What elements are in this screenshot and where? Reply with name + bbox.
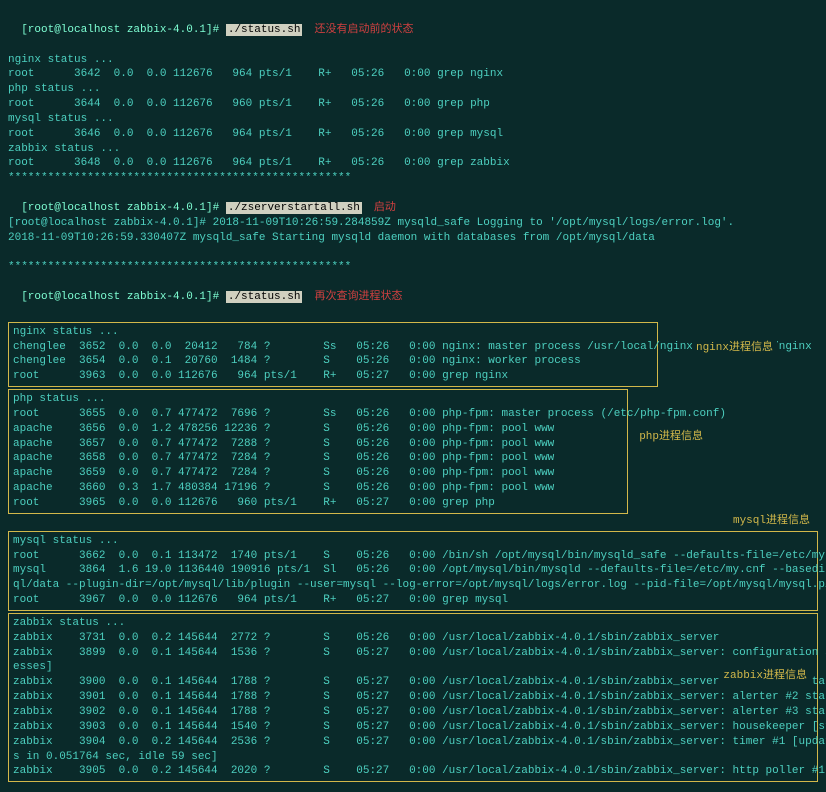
php-row: apache 3659 0.0 0.7 477472 7284 ? S 05:2… — [13, 466, 623, 481]
nginx-pre-line: root 3642 0.0 0.0 112676 964 pts/1 R+ 05… — [8, 67, 818, 82]
php-title2: php status ... — [13, 392, 623, 407]
note-2: 启动 — [374, 202, 396, 214]
zabbix-row: zabbix 3731 0.0 0.2 145644 2772 ? S 05:2… — [13, 631, 813, 646]
note-1: 还没有启动前的状态 — [314, 24, 413, 36]
mysql-pre-line: root 3646 0.0 0.0 112676 964 pts/1 R+ 05… — [8, 127, 818, 142]
mysql-info-box: mysql status ... root 3662 0.0 0.1 11347… — [8, 531, 818, 611]
nginx-row: root 3963 0.0 0.0 112676 964 pts/1 R+ 05… — [13, 369, 653, 384]
zabbix-row: zabbix 3902 0.0 0.1 145644 1788 ? S 05:2… — [13, 705, 813, 720]
prompt-3: [root@localhost zabbix-4.0.1]# — [21, 291, 226, 303]
zabbix-info-box: zabbix status ... zabbix 3731 0.0 0.2 14… — [8, 613, 818, 782]
mysql-status-title: mysql status ... — [8, 112, 818, 127]
zabbix-status-title: zabbix status ... — [8, 142, 818, 157]
php-row: apache 3657 0.0 0.7 477472 7288 ? S 05:2… — [13, 437, 623, 452]
nginx-info-box: nginx status ... chenglee 3652 0.0 0.0 2… — [8, 322, 658, 387]
php-status-title: php status ... — [8, 82, 818, 97]
stars-1: ****************************************… — [8, 171, 818, 186]
start-output-2: 2018-11-09T10:26:59.330407Z mysqld_safe … — [8, 231, 818, 246]
zabbix-row: zabbix 3905 0.0 0.2 145644 2020 ? S 05:2… — [13, 764, 813, 779]
mysql-title2: mysql status ... — [13, 534, 813, 549]
nginx-label: nginx进程信息 — [692, 341, 777, 356]
mysql-row: root 3967 0.0 0.0 112676 964 pts/1 R+ 05… — [13, 593, 813, 608]
note-3: 再次查询进程状态 — [314, 291, 402, 303]
empty2 — [8, 246, 818, 261]
php-row: apache 3656 0.0 1.2 478256 12236 ? S 05:… — [13, 422, 623, 437]
zabbix-title2: zabbix status ... — [13, 616, 813, 631]
zabbix-row: zabbix 3899 0.0 0.1 145644 1536 ? S 05:2… — [13, 646, 813, 661]
php-label: php进程信息 — [635, 430, 707, 445]
cmd-status-1: ./status.sh — [226, 24, 303, 36]
zabbix-row: zabbix 3904 0.0 0.2 145644 2536 ? S 05:2… — [13, 735, 813, 750]
zabbix-row: esses] — [13, 660, 813, 675]
mysql-row: ql/data --plugin-dir=/opt/mysql/lib/plug… — [13, 578, 813, 593]
zabbix-row: zabbix 3900 0.0 0.1 145644 1788 ? S 05:2… — [13, 675, 813, 690]
nginx-title2: nginx status ... — [13, 325, 653, 340]
empty — [8, 38, 818, 53]
zabbix-pre-line: root 3648 0.0 0.0 112676 964 pts/1 R+ 05… — [8, 156, 818, 171]
prompt-2: [root@localhost zabbix-4.0.1]# — [21, 202, 226, 214]
nginx-row: chenglee 3652 0.0 0.0 20412 784 ? Ss 05:… — [13, 340, 653, 355]
stars-2: ****************************************… — [8, 260, 818, 275]
start-output-1: [root@localhost zabbix-4.0.1]# 2018-11-0… — [8, 216, 818, 231]
mysql-label-outer: mysql进程信息 — [8, 514, 818, 529]
zabbix-label: zabbix进程信息 — [719, 669, 811, 684]
zabbix-row: zabbix 3903 0.0 0.1 145644 1540 ? S 05:2… — [13, 720, 813, 735]
cmd-status-2: ./status.sh — [226, 291, 303, 303]
mysql-row: root 3662 0.0 0.1 113472 1740 pts/1 S 05… — [13, 549, 813, 564]
prompt-line-1: [root@localhost zabbix-4.0.1]# ./status.… — [8, 8, 818, 38]
nginx-row: chenglee 3654 0.0 0.1 20760 1484 ? S 05:… — [13, 354, 653, 369]
zabbix-row: zabbix 3901 0.0 0.1 145644 1788 ? S 05:2… — [13, 690, 813, 705]
cmd-startall: ./zserverstartall.sh — [226, 202, 362, 214]
prompt-line-3: [root@localhost zabbix-4.0.1]# ./status.… — [8, 275, 818, 305]
prompt-1: [root@localhost zabbix-4.0.1]# — [21, 24, 226, 36]
php-row: apache 3658 0.0 0.7 477472 7284 ? S 05:2… — [13, 451, 623, 466]
prompt-line-2: [root@localhost zabbix-4.0.1]# ./zserver… — [8, 186, 818, 216]
zabbix-row: s in 0.051764 sec, idle 59 sec] — [13, 750, 813, 765]
empty3 — [8, 305, 818, 320]
php-row: apache 3660 0.3 1.7 480384 17196 ? S 05:… — [13, 481, 623, 496]
mysql-row: mysql 3864 1.6 19.0 1136440 190916 pts/1… — [13, 563, 813, 578]
php-row: root 3965 0.0 0.0 112676 960 pts/1 R+ 05… — [13, 496, 623, 511]
php-info-box: php status ... root 3655 0.0 0.7 477472 … — [8, 389, 628, 514]
php-pre-line: root 3644 0.0 0.0 112676 960 pts/1 R+ 05… — [8, 97, 818, 112]
nginx-status-title: nginx status ... — [8, 53, 818, 68]
php-row: root 3655 0.0 0.7 477472 7696 ? Ss 05:26… — [13, 407, 623, 422]
